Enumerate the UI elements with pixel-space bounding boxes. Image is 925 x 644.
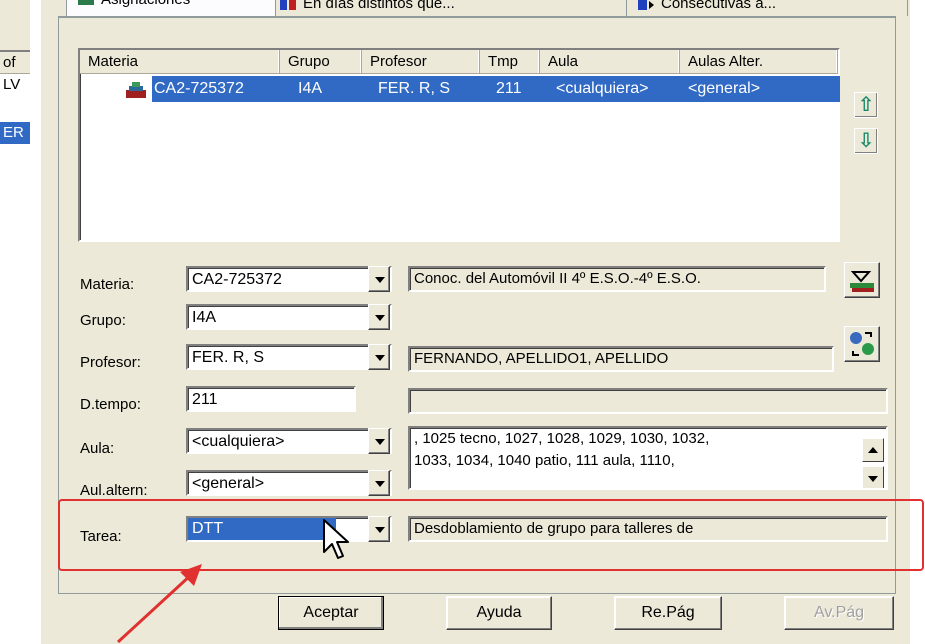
column-header-aula[interactable]: Aula: [540, 50, 680, 74]
tab-label: En días distintos que...: [303, 0, 455, 12]
cell-profesor: FER. R, S: [378, 80, 451, 97]
table-row-selected[interactable]: CA2-725372 I4A FER. R, S 211 <cualquiera…: [152, 76, 840, 102]
calendar-days-icon: [280, 0, 296, 11]
scroll-up-icon[interactable]: [862, 438, 884, 462]
left-list-header[interactable]: of: [0, 52, 30, 74]
ayuda-button[interactable]: Ayuda: [446, 596, 552, 630]
av-pag-button[interactable]: Av.Pág: [784, 596, 894, 630]
profesor-description: FERNANDO, APELLIDO1, APELLIDO: [408, 346, 834, 372]
cell-grupo: I4A: [298, 80, 323, 97]
rooms-line: 1033, 1034, 1040 patio, 111 aula, 1110,: [414, 452, 675, 469]
materia-combo[interactable]: CA2-725372: [186, 266, 392, 292]
cell-aula: <cualquiera>: [556, 80, 649, 97]
rooms-line: , 1025 tecno, 1027, 1028, 1029, 1030, 10…: [414, 430, 710, 447]
chevron-down-icon[interactable]: [368, 428, 390, 454]
aula-combo[interactable]: <cualquiera>: [186, 428, 392, 454]
assignments-listview[interactable]: Materia Grupo Profesor Tmp Aula Aulas Al…: [78, 48, 840, 242]
materia-value: CA2-725372: [192, 271, 282, 288]
column-header-aulas-alter[interactable]: Aulas Alter.: [680, 50, 838, 74]
column-header-tmp[interactable]: Tmp: [480, 50, 540, 74]
left-list[interactable]: of LV ER: [0, 50, 30, 644]
listview-header: Materia Grupo Profesor Tmp Aula Aulas Al…: [80, 50, 838, 74]
re-pag-button[interactable]: Re.Pág: [614, 596, 722, 630]
grupo-value: I4A: [192, 309, 217, 326]
subject-details-button[interactable]: [844, 262, 880, 298]
tab-label: Consecutivas a...: [661, 0, 777, 12]
column-header-profesor[interactable]: Profesor: [362, 50, 480, 74]
aul-altern-value: <general>: [192, 475, 265, 492]
arrow-down-icon: ⇩: [857, 130, 875, 152]
people-swap-icon: [850, 332, 874, 356]
chevron-down-icon[interactable]: [368, 266, 390, 292]
consecutive-icon: [638, 0, 654, 11]
dtempo-value: 211: [192, 391, 218, 408]
profesor-value: FER. R, S: [192, 349, 265, 366]
cell-aulas-alter: <general>: [688, 80, 761, 97]
left-list-item[interactable]: LV: [0, 74, 30, 96]
aceptar-button[interactable]: Aceptar: [278, 596, 384, 630]
dtempo-label: D.tempo:: [80, 396, 141, 413]
dtempo-input[interactable]: 211: [186, 386, 356, 412]
column-header-materia[interactable]: Materia: [80, 50, 280, 74]
tab-asignaciones[interactable]: Asignaciones: [66, 0, 276, 16]
left-list-item-selected[interactable]: ER: [0, 122, 30, 144]
teacher-swap-button[interactable]: [844, 326, 880, 362]
aula-label: Aula:: [80, 440, 115, 457]
column-header-grupo[interactable]: Grupo: [280, 50, 362, 74]
book-stack-icon: [850, 271, 874, 292]
dtempo-description: [408, 388, 888, 414]
move-up-button[interactable]: ⇧: [854, 92, 878, 118]
materia-description: Conoc. del Automóvil II 4º E.S.O.-4º E.S…: [408, 266, 826, 292]
arrow-up-icon: ⇧: [857, 94, 875, 116]
chevron-down-icon[interactable]: [368, 470, 390, 496]
scroll-down-icon[interactable]: [862, 466, 884, 488]
rooms-memo[interactable]: , 1025 tecno, 1027, 1028, 1029, 1030, 10…: [408, 426, 888, 490]
tab-label: Asignaciones: [101, 0, 190, 8]
move-down-button[interactable]: ⇩: [854, 128, 878, 154]
aul-altern-combo[interactable]: <general>: [186, 470, 392, 496]
tab-en-dias-distintos[interactable]: En días distintos que...: [268, 0, 628, 16]
profesor-combo[interactable]: FER. R, S: [186, 344, 392, 370]
cell-tmp: 211: [496, 80, 522, 97]
assignments-icon: [78, 0, 94, 6]
grupo-combo[interactable]: I4A: [186, 304, 392, 330]
chevron-down-icon[interactable]: [368, 344, 390, 370]
cell-materia: CA2-725372: [154, 80, 244, 97]
tab-consecutivas[interactable]: Consecutivas a...: [626, 0, 908, 16]
materia-label: Materia:: [80, 276, 135, 293]
annotation-arrow-icon: [116, 564, 202, 644]
profesor-label: Profesor:: [80, 354, 141, 371]
subject-icon: [126, 82, 146, 98]
grupo-label: Grupo:: [80, 312, 126, 329]
chevron-down-icon[interactable]: [368, 304, 390, 330]
aula-value: <cualquiera>: [192, 433, 285, 450]
